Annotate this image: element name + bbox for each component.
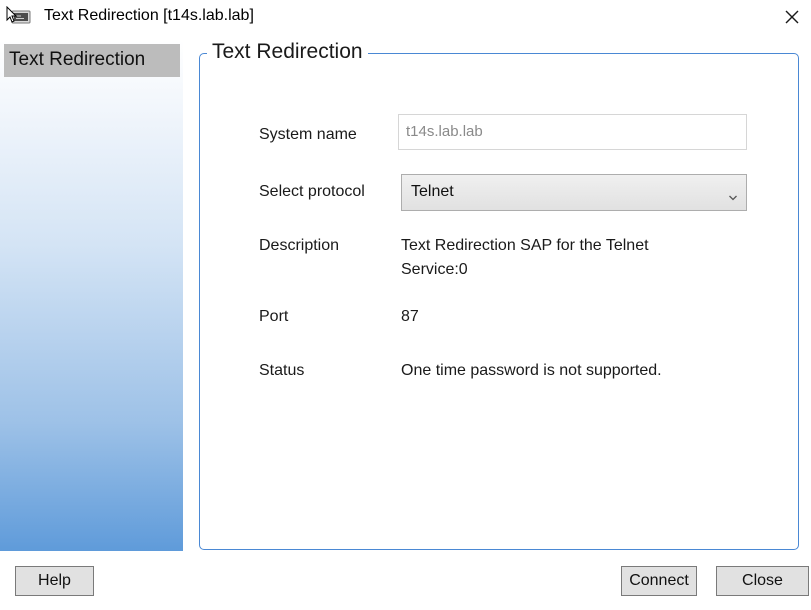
terminal-app-icon [6,5,32,26]
description-line-2: Service:0 [401,261,468,278]
port-label: Port [259,308,289,325]
connect-button[interactable]: Connect [621,566,697,596]
protocol-select[interactable]: Telnet [401,174,747,211]
sidebar-item-label: Text Redirection [9,49,146,70]
sidebar-item-text-redirection[interactable]: Text Redirection [4,44,180,77]
chevron-down-icon [728,189,738,201]
status-label: Status [259,362,305,379]
status-value: One time password is not supported. [401,362,662,379]
protocol-label: Select protocol [259,183,365,200]
group-box-title: Text Redirection [207,40,368,64]
description-label: Description [259,237,340,254]
protocol-selected-value: Telnet [411,183,454,200]
help-button[interactable]: Help [15,566,94,596]
system-name-input[interactable]: t14s.lab.lab [398,114,747,150]
window-title: Text Redirection [t14s.lab.lab] [44,7,254,24]
description-line-1: Text Redirection SAP for the Telnet [401,237,649,254]
close-button[interactable]: Close [716,566,809,596]
system-name-value: t14s.lab.lab [406,123,483,140]
title-bar: Text Redirection [t14s.lab.lab] [0,0,811,34]
system-name-label: System name [259,126,357,143]
close-x-icon[interactable] [776,3,808,31]
dialog-window: Text Redirection [t14s.lab.lab] Text Red… [0,0,811,610]
port-value: 87 [401,308,419,325]
sidebar: Text Redirection [0,40,183,551]
